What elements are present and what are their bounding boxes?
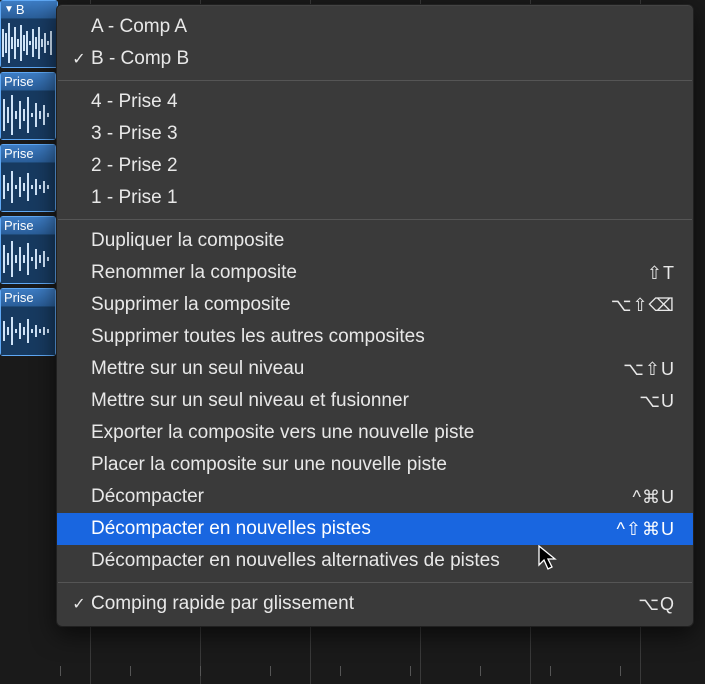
menu-item-label: Décompacter en nouvelles pistes bbox=[91, 518, 616, 540]
menu-item[interactable]: Décompacter en nouvelles pistes^⇧⌘U bbox=[57, 513, 693, 545]
menu-item[interactable]: Renommer la composite⇧T bbox=[57, 257, 693, 289]
menu-item-shortcut: ⇧T bbox=[647, 263, 675, 284]
menu-item-label: 1 - Prise 1 bbox=[91, 187, 675, 209]
menu-item-label: 3 - Prise 3 bbox=[91, 123, 675, 145]
check-icon: ✓ bbox=[67, 49, 91, 69]
menu-item-shortcut: ⌥⇧⌫ bbox=[611, 295, 675, 316]
menu-item[interactable]: 3 - Prise 3 bbox=[57, 118, 693, 150]
menu-item-label: Exporter la composite vers une nouvelle … bbox=[91, 422, 675, 444]
menu-item[interactable]: Supprimer toutes les autres composites bbox=[57, 321, 693, 353]
menu-item-label: Renommer la composite bbox=[91, 262, 647, 284]
menu-item-label: Mettre sur un seul niveau et fusionner bbox=[91, 390, 639, 412]
menu-item-label: 2 - Prise 2 bbox=[91, 155, 675, 177]
take-label: Prise bbox=[4, 290, 34, 305]
track-column: ▼ B Prise Prise bbox=[0, 0, 56, 360]
menu-item[interactable]: Mettre sur un seul niveau⌥⇧U bbox=[57, 353, 693, 385]
menu-item-label: Dupliquer la composite bbox=[91, 230, 675, 252]
take-region[interactable]: Prise bbox=[0, 288, 56, 356]
menu-item-label: Comping rapide par glissement bbox=[91, 593, 638, 615]
take-region[interactable]: Prise bbox=[0, 72, 56, 140]
menu-item[interactable]: 1 - Prise 1 bbox=[57, 182, 693, 214]
take-label: Prise bbox=[4, 146, 34, 161]
menu-item-label: Décompacter bbox=[91, 486, 633, 508]
take-folder-header[interactable]: ▼ B bbox=[0, 0, 58, 68]
disclosure-triangle-icon[interactable]: ▼ bbox=[4, 4, 14, 15]
menu-item[interactable]: 4 - Prise 4 bbox=[57, 86, 693, 118]
menu-item-label: A - Comp A bbox=[91, 16, 675, 38]
menu-item-label: 4 - Prise 4 bbox=[91, 91, 675, 113]
take-folder-context-menu: A - Comp A✓B - Comp B4 - Prise 43 - Pris… bbox=[56, 4, 694, 627]
menu-item[interactable]: Mettre sur un seul niveau et fusionner⌥U bbox=[57, 385, 693, 417]
menu-item[interactable]: A - Comp A bbox=[57, 11, 693, 43]
menu-item-label: Supprimer la composite bbox=[91, 294, 611, 316]
menu-item-shortcut: ⌥U bbox=[639, 391, 675, 412]
menu-item-shortcut: ⌥⇧U bbox=[623, 359, 675, 380]
menu-item-label: Décompacter en nouvelles alternatives de… bbox=[91, 550, 675, 572]
take-region[interactable]: Prise bbox=[0, 216, 56, 284]
menu-item[interactable]: Décompacter en nouvelles alternatives de… bbox=[57, 545, 693, 577]
stage: ▼ B Prise Prise bbox=[0, 0, 705, 684]
menu-item[interactable]: Exporter la composite vers une nouvelle … bbox=[57, 417, 693, 449]
menu-separator bbox=[58, 80, 692, 81]
menu-item-label: Placer la composite sur une nouvelle pis… bbox=[91, 454, 675, 476]
menu-item-label: Mettre sur un seul niveau bbox=[91, 358, 623, 380]
menu-separator bbox=[58, 582, 692, 583]
menu-item[interactable]: Dupliquer la composite bbox=[57, 225, 693, 257]
take-region[interactable]: Prise bbox=[0, 144, 56, 212]
menu-item-shortcut: ^⌘U bbox=[633, 487, 675, 508]
take-label: Prise bbox=[4, 218, 34, 233]
menu-item[interactable]: ✓Comping rapide par glissement⌥Q bbox=[57, 588, 693, 620]
menu-item-label: Supprimer toutes les autres composites bbox=[91, 326, 675, 348]
check-icon: ✓ bbox=[67, 594, 91, 614]
menu-item-label: B - Comp B bbox=[91, 48, 675, 70]
menu-item[interactable]: 2 - Prise 2 bbox=[57, 150, 693, 182]
take-folder-title: B bbox=[16, 2, 25, 17]
menu-item[interactable]: Décompacter^⌘U bbox=[57, 481, 693, 513]
menu-item[interactable]: Placer la composite sur une nouvelle pis… bbox=[57, 449, 693, 481]
menu-item[interactable]: Supprimer la composite⌥⇧⌫ bbox=[57, 289, 693, 321]
menu-separator bbox=[58, 219, 692, 220]
menu-item[interactable]: ✓B - Comp B bbox=[57, 43, 693, 75]
menu-item-shortcut: ^⇧⌘U bbox=[616, 519, 675, 540]
take-label: Prise bbox=[4, 74, 34, 89]
menu-item-shortcut: ⌥Q bbox=[638, 594, 675, 615]
